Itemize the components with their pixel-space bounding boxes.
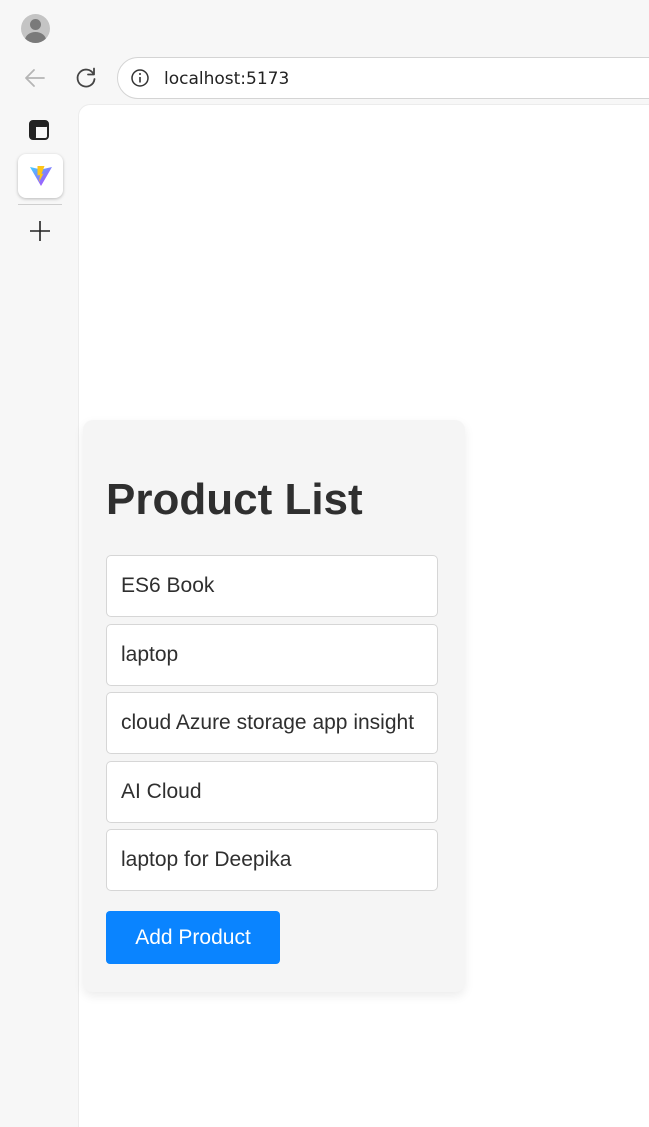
list-item: ES6 Book xyxy=(106,555,438,617)
add-product-button[interactable]: Add Product xyxy=(106,911,280,964)
page-content: Product List ES6 Book laptop cloud Azure s… xyxy=(78,104,649,1127)
url-text[interactable]: localhost:5173 xyxy=(164,69,289,89)
tab-localhost[interactable] xyxy=(18,154,63,198)
product-list: ES6 Book laptop cloud Azure storage app in… xyxy=(106,555,438,898)
sidebar-panel-icon[interactable] xyxy=(28,119,50,141)
back-button[interactable] xyxy=(19,62,51,94)
avatar-icon[interactable] xyxy=(21,14,50,43)
vertical-tab-strip xyxy=(0,102,78,1127)
back-arrow-icon xyxy=(25,69,45,87)
page-title: Product List xyxy=(106,475,363,524)
reload-icon xyxy=(76,67,96,88)
list-item: laptop xyxy=(106,623,438,686)
vite-logo-icon xyxy=(29,166,52,186)
plus-icon[interactable] xyxy=(27,218,53,244)
list-item: AI Cloud xyxy=(106,760,438,823)
tab-divider xyxy=(18,204,62,205)
list-item: laptop for Deepika xyxy=(106,829,438,891)
product-card: Product List ES6 Book laptop cloud Azure s… xyxy=(83,420,465,992)
info-icon[interactable] xyxy=(130,68,150,88)
navigation-bar: localhost:5173 xyxy=(0,56,649,102)
browser-window: localhost:5173 Product List ES6 Book lap… xyxy=(0,0,649,1127)
address-bar[interactable]: localhost:5173 xyxy=(117,57,649,99)
profile-strip xyxy=(0,0,649,56)
list-item: cloud Azure storage app insight xyxy=(106,692,438,754)
reload-button[interactable] xyxy=(70,62,102,94)
